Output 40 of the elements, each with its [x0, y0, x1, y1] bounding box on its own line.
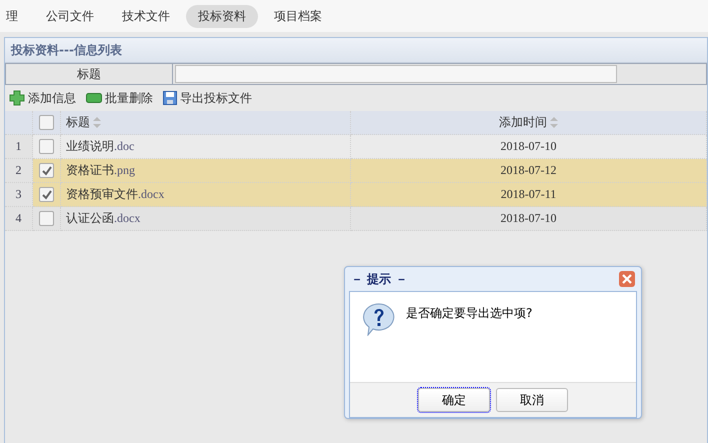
file-name: 认证公函.docx	[66, 210, 140, 227]
nav-tab[interactable]: 公司文件	[34, 4, 106, 28]
date-cell: 2018-07-10	[500, 211, 556, 226]
toolbar-button[interactable]: 批量删除	[86, 90, 153, 106]
dialog-button[interactable]: 取消	[496, 388, 568, 412]
close-icon[interactable]	[619, 271, 635, 287]
checkbox[interactable]	[39, 139, 54, 154]
row-number: 4	[5, 207, 33, 231]
date-cell: 2018-07-11	[500, 187, 556, 202]
nav-tab[interactable]: 投标资料	[186, 4, 258, 28]
minus-icon	[86, 93, 102, 103]
date-cell: 2018-07-12	[500, 163, 556, 178]
date-cell: 2018-07-10	[500, 139, 556, 154]
nav-tab[interactable]: 理	[0, 4, 30, 28]
panel-title: 投标资料---信息列表	[5, 38, 707, 63]
row-number: 1	[5, 135, 33, 159]
dialog-title: － 提示 －	[351, 270, 408, 288]
dialog-message: 是否确定要导出选中项?	[406, 305, 532, 322]
row-number: 2	[5, 159, 33, 183]
toolbar-button[interactable]: 导出投标文件	[163, 90, 252, 106]
file-name: 资格证书.png	[66, 162, 135, 179]
dialog-button[interactable]: 确定	[418, 388, 490, 412]
checkbox[interactable]	[39, 163, 54, 178]
search-label: 标题	[6, 64, 173, 84]
sort-icon[interactable]	[93, 117, 101, 128]
question-icon	[362, 302, 396, 336]
search-field[interactable]	[175, 65, 617, 83]
file-name: 业绩说明.doc	[66, 138, 134, 155]
row-number: 3	[5, 183, 33, 207]
sort-icon[interactable]	[550, 117, 558, 128]
column-header[interactable]: 添加时间	[499, 114, 547, 131]
checkbox[interactable]	[39, 211, 54, 226]
checkbox[interactable]	[39, 187, 54, 202]
checkbox[interactable]	[39, 115, 54, 130]
plus-icon	[9, 90, 25, 106]
nav-tab[interactable]: 项目档案	[262, 4, 334, 28]
nav-tab[interactable]: 技术文件	[110, 4, 182, 28]
toolbar-button[interactable]: 添加信息	[9, 90, 76, 106]
column-header[interactable]: 标题	[66, 114, 90, 131]
file-name: 资格预审文件.docx	[66, 186, 164, 203]
